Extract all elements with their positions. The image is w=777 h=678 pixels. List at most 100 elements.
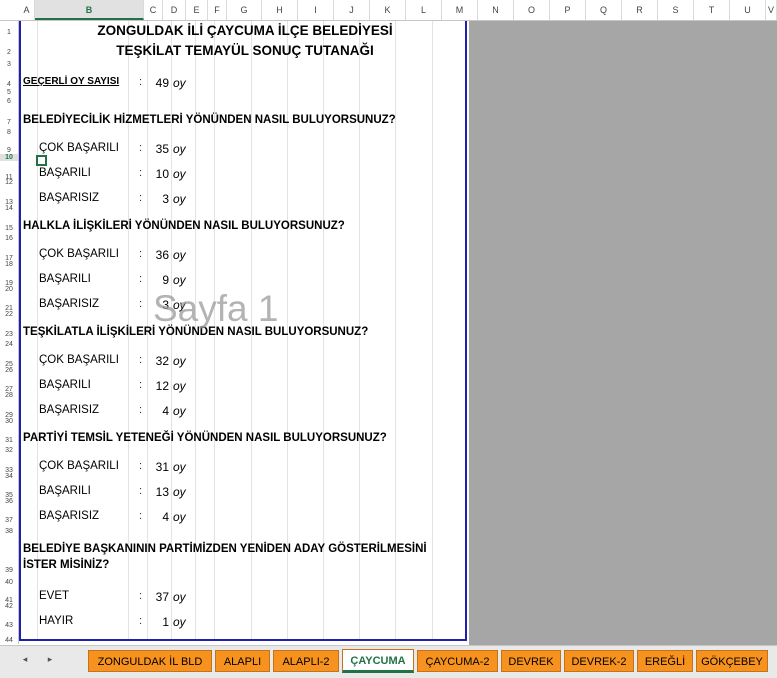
next-sheet-icon[interactable]: ▸: [43, 654, 57, 665]
q4-option-3-colon: :: [139, 510, 143, 522]
row-header-9[interactable]: 9: [0, 136, 18, 154]
column-header-g[interactable]: G: [227, 0, 262, 20]
q5-option-1-unit: oy: [173, 590, 186, 604]
sheet-tab-bar: ◂ ▸ ZONGULDAK İL BLD ALAPLI ALAPLI-2 ÇAY…: [0, 645, 777, 678]
sheet-tab-devrek-2[interactable]: DEVREK-2: [564, 650, 634, 672]
row-header-33[interactable]: 33: [0, 454, 18, 474]
q4-option-1-label: ÇOK BAŞARILI: [39, 460, 119, 472]
sheet-tab-eregli[interactable]: EREĞLİ: [637, 650, 693, 672]
sheet-tab-devrek[interactable]: DEVREK: [501, 650, 561, 672]
q3-option-1-unit: oy: [173, 354, 186, 368]
sheet-tab-alapli-2[interactable]: ALAPLI-2: [273, 650, 339, 672]
column-header-u[interactable]: U: [730, 0, 766, 20]
row-header-7[interactable]: 7: [0, 105, 18, 126]
column-header-n[interactable]: N: [478, 0, 514, 20]
row-header-35[interactable]: 35: [0, 480, 18, 499]
column-header-v[interactable]: V: [766, 0, 777, 20]
row-header-25[interactable]: 25: [0, 348, 18, 368]
row-header-41[interactable]: 41: [0, 586, 18, 604]
row-header-27[interactable]: 27: [0, 374, 18, 393]
q4-option-3-value: 4: [162, 510, 169, 524]
column-header-h[interactable]: H: [262, 0, 298, 20]
row-header-31[interactable]: 31: [0, 425, 18, 444]
column-header-t[interactable]: T: [694, 0, 730, 20]
print-page: ZONGULDAK İLİ ÇAYCUMA İLÇE BELEDİYESİ TE…: [19, 21, 467, 641]
row-header-44[interactable]: 44: [0, 629, 18, 644]
q4-option-3-unit: oy: [173, 510, 186, 524]
row-header-19[interactable]: 19: [0, 268, 18, 287]
row-header-37[interactable]: 37: [0, 505, 18, 524]
row-header-3[interactable]: 3: [0, 56, 18, 68]
row-header-bar: 1 2 3 4 5 6 7 8 9 10 11 12 13 14 15 16 17 18 19 20 21 22 23 24 2…: [0, 20, 19, 644]
row-header-17[interactable]: 17: [0, 242, 18, 262]
row-header-13[interactable]: 13: [0, 186, 18, 206]
sheet-tab-gokcebey[interactable]: GÖKÇEBEY: [696, 650, 768, 672]
column-header-l[interactable]: L: [406, 0, 442, 20]
row-header-39[interactable]: 39: [0, 535, 18, 574]
q1-option-2-colon: :: [139, 167, 143, 179]
row-header-38[interactable]: 38: [0, 524, 18, 535]
row-header-5[interactable]: 5: [0, 88, 18, 96]
column-header-s[interactable]: S: [658, 0, 694, 20]
question-2: HALKLA İLİŞKİLERİ YÖNÜNDEN NASIL BULUYOR…: [23, 220, 345, 232]
row-header-29[interactable]: 29: [0, 399, 18, 419]
q2-option-1-value: 36: [155, 248, 169, 262]
sheet-tab-caycuma[interactable]: ÇAYCUMA: [342, 649, 414, 673]
q1-option-3-colon: :: [139, 192, 143, 204]
row-header-15[interactable]: 15: [0, 212, 18, 232]
row-header-43[interactable]: 43: [0, 610, 18, 629]
column-header-i[interactable]: I: [298, 0, 334, 20]
column-header-j[interactable]: J: [334, 0, 370, 20]
column-header-c[interactable]: C: [144, 0, 163, 20]
q2-option-2-label: BAŞARILI: [39, 273, 91, 285]
q2-option-1-colon: :: [139, 248, 143, 260]
q1-option-1-label: ÇOK BAŞARILI: [39, 142, 119, 154]
q4-option-1-colon: :: [139, 460, 143, 472]
q3-option-3-colon: :: [139, 404, 143, 416]
row-header-40[interactable]: 40: [0, 574, 18, 586]
q1-option-2-value: 10: [155, 167, 169, 181]
column-header-p[interactable]: P: [550, 0, 586, 20]
column-header-a[interactable]: A: [19, 0, 35, 20]
sheet-tab-alapli[interactable]: ALAPLI: [215, 650, 270, 672]
q3-option-1-value: 32: [155, 354, 169, 368]
column-header-o[interactable]: O: [514, 0, 550, 20]
q4-option-2-colon: :: [139, 485, 143, 497]
row-header-2[interactable]: 2: [0, 36, 18, 56]
column-header-f[interactable]: F: [208, 0, 227, 20]
valid-votes-colon: :: [139, 76, 143, 88]
row-header-24[interactable]: 24: [0, 338, 18, 348]
row-header-16[interactable]: 16: [0, 232, 18, 242]
row-header-23[interactable]: 23: [0, 318, 18, 338]
question-5-line-1: BELEDİYE BAŞKANININ PARTİMİZDEN YENİDEN …: [23, 543, 427, 555]
row-header-10[interactable]: 10: [0, 154, 18, 161]
q2-option-2-value: 9: [162, 273, 169, 287]
prev-sheet-icon[interactable]: ◂: [18, 654, 32, 665]
q3-option-3-label: BAŞARISIZ: [39, 404, 100, 416]
column-header-e[interactable]: E: [186, 0, 208, 20]
q4-option-2-label: BAŞARILI: [39, 485, 91, 497]
q3-option-3-unit: oy: [173, 404, 186, 418]
sheet-tab-caycuma-2[interactable]: ÇAYCUMA-2: [417, 650, 498, 672]
column-header-q[interactable]: Q: [586, 0, 622, 20]
q1-option-3-unit: oy: [173, 192, 186, 206]
q3-option-2-colon: :: [139, 379, 143, 391]
column-header-b[interactable]: B: [35, 0, 144, 20]
page-watermark: Sayfa 1: [153, 288, 279, 329]
column-header-bar: ABCDEFGHIJKLMNOPQRSTUV: [0, 0, 777, 21]
row-header-6[interactable]: 6: [0, 96, 18, 105]
column-header-d[interactable]: D: [163, 0, 186, 20]
column-header-r[interactable]: R: [622, 0, 658, 20]
q4-option-2-unit: oy: [173, 485, 186, 499]
row-header-1[interactable]: 1: [0, 20, 18, 36]
selected-cell-cursor[interactable]: [36, 155, 47, 166]
row-header-21[interactable]: 21: [0, 293, 18, 312]
column-header-m[interactable]: M: [442, 0, 478, 20]
q5-option-1-label: EVET: [39, 590, 70, 602]
row-header-11[interactable]: 11: [0, 161, 18, 181]
row-header-32[interactable]: 32: [0, 444, 18, 454]
row-header-4[interactable]: 4: [0, 68, 18, 88]
row-header-8[interactable]: 8: [0, 126, 18, 136]
sheet-tab-zonguldak-il-bld[interactable]: ZONGULDAK İL BLD: [88, 650, 212, 672]
column-header-k[interactable]: K: [370, 0, 406, 20]
